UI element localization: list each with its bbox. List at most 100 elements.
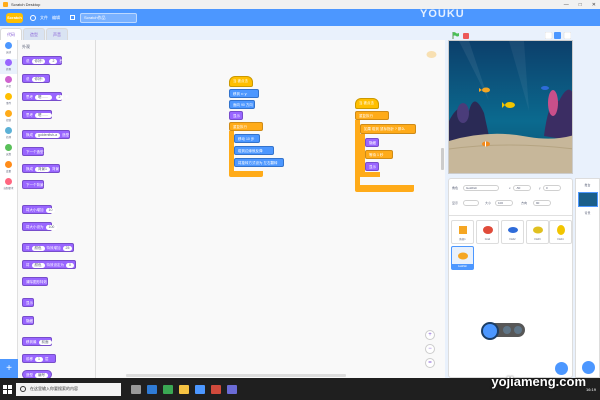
- forever-block[interactable]: 重复执行: [355, 111, 389, 120]
- palette-block[interactable]: 隐藏: [22, 316, 34, 325]
- edit-menu[interactable]: 编辑: [52, 15, 60, 21]
- category-sound[interactable]: 声音: [0, 76, 17, 91]
- task-view-icon[interactable]: [131, 384, 141, 394]
- zoom-in-button[interactable]: +: [425, 330, 435, 340]
- palette-block[interactable]: 换成 背景1 背景: [22, 164, 60, 173]
- taskbar-search-box[interactable]: 在这里输入你要搜索的内容: [16, 382, 121, 396]
- chat-icon[interactable]: [227, 384, 237, 394]
- wait-seconds-block[interactable]: 等待 1 秒: [365, 150, 393, 159]
- underwater-backdrop: [449, 41, 572, 173]
- scripts-horizontal-scrollbar[interactable]: [126, 374, 346, 377]
- palette-block[interactable]: 换成 goldenfish-a 造型: [22, 130, 70, 139]
- direction-input[interactable]: 90: [533, 200, 551, 206]
- palette-block[interactable]: 思考 嗯……: [22, 110, 52, 119]
- window-controls: — □ ✕: [564, 0, 596, 9]
- file-explorer-icon[interactable]: [179, 384, 189, 394]
- palette-block[interactable]: 显示: [22, 298, 34, 307]
- palette-block[interactable]: 说你好! 2 秒: [22, 56, 63, 65]
- minimize-button[interactable]: —: [564, 2, 569, 8]
- file-menu[interactable]: 文件: [40, 15, 48, 21]
- my-blocks-dot-icon: [5, 178, 12, 185]
- tab-code[interactable]: 代码: [0, 28, 22, 40]
- x-label: x: [509, 186, 511, 190]
- palette-block[interactable]: 前移 1 层: [22, 354, 56, 363]
- category-looks[interactable]: 外观: [0, 59, 17, 74]
- small-stage-icon: [545, 32, 553, 39]
- show-toggle[interactable]: [463, 200, 479, 206]
- sprite-tile[interactable]: Fish4: [549, 220, 572, 244]
- sprite-tile[interactable]: Crab: [476, 220, 499, 244]
- sprite-tile[interactable]: 角色1: [451, 220, 474, 244]
- zoom-out-button[interactable]: −: [425, 344, 435, 354]
- rotation-style-block[interactable]: 将旋转方式设为 左右翻转: [234, 158, 284, 167]
- show-block[interactable]: 显示: [365, 162, 379, 171]
- show-label: 显示: [452, 201, 459, 205]
- choose-backdrop-button[interactable]: [582, 361, 595, 374]
- fish2-thumbnail: [508, 227, 518, 233]
- sprite-tile[interactable]: Fish3: [526, 220, 549, 244]
- category-variables[interactable]: 变量: [0, 161, 17, 176]
- palette-block[interactable]: 将大小设为 100: [22, 222, 58, 231]
- sprite-tile[interactable]: Fish2: [501, 220, 524, 244]
- stage[interactable]: [448, 40, 573, 174]
- when-flag-clicked-hat[interactable]: 当 被点击: [355, 98, 379, 109]
- palette-block[interactable]: 下一个造型: [22, 147, 44, 156]
- palette-block[interactable]: 移到最 前面: [22, 337, 52, 346]
- scripts-workspace[interactable]: 当 被点击 移到 x: y: 面向 90 方向 显示 重复执行 移动 10 步 …: [96, 40, 445, 378]
- palette-block[interactable]: 将大小增加 10: [22, 205, 56, 214]
- stage-thumbnail[interactable]: [577, 192, 598, 207]
- forever-block[interactable]: 重复执行: [229, 122, 263, 131]
- hide-block[interactable]: 隐藏: [365, 138, 379, 147]
- sprite-tile-selected[interactable]: Goldfish: [451, 246, 474, 270]
- if-then-block[interactable]: 如果 碰到 鼠标指针 ? 那么: [360, 124, 416, 134]
- scripts-vertical-scrollbar[interactable]: [441, 148, 444, 170]
- show-block[interactable]: 显示: [229, 111, 243, 120]
- close-button[interactable]: ✕: [592, 2, 596, 8]
- stage-target-pane[interactable]: 舞台 背景: [575, 178, 600, 378]
- palette-block[interactable]: 思考 嗯…… 2 秒: [22, 92, 69, 101]
- app-icon[interactable]: [163, 384, 173, 394]
- maximize-button[interactable]: □: [579, 2, 582, 8]
- zoom-reset-button[interactable]: =: [425, 358, 435, 368]
- stop-icon[interactable]: [463, 33, 469, 39]
- tray-clock[interactable]: 16:19: [586, 387, 596, 392]
- category-sensing[interactable]: 侦测: [0, 127, 17, 142]
- size-input[interactable]: 100: [495, 200, 513, 206]
- scratch-taskbar-icon[interactable]: [195, 384, 205, 394]
- media-icon[interactable]: [211, 384, 221, 394]
- browser-icon[interactable]: [147, 384, 157, 394]
- windows-start-icon[interactable]: [3, 384, 12, 394]
- x-input[interactable]: -50: [513, 185, 531, 191]
- category-control[interactable]: 控制: [0, 110, 17, 125]
- scratch-logo[interactable]: Scratch: [6, 12, 23, 23]
- direction-label: 方向: [521, 201, 528, 205]
- goto-xy-block[interactable]: 移到 x: y:: [229, 89, 259, 98]
- stage-label: 舞台: [584, 183, 591, 187]
- large-stage-icon: [554, 32, 561, 39]
- tab-costumes[interactable]: 造型: [23, 28, 45, 40]
- sprite-name-input[interactable]: Goldfish: [463, 185, 499, 191]
- when-flag-clicked-hat[interactable]: 当 被点击: [229, 76, 253, 87]
- palette-block[interactable]: 将颜色 特效增加 25: [22, 243, 74, 252]
- language-globe-icon[interactable]: [30, 14, 36, 21]
- category-motion[interactable]: 运动: [0, 42, 17, 57]
- category-events[interactable]: 事件: [0, 93, 17, 108]
- y-input[interactable]: 0: [543, 185, 561, 191]
- bounce-edge-block[interactable]: 碰到边缘就反弹: [234, 146, 274, 155]
- add-extension-button[interactable]: +: [0, 359, 18, 378]
- move-steps-block[interactable]: 移动 10 步: [234, 134, 260, 143]
- palette-block[interactable]: 说你好!: [22, 74, 50, 83]
- palette-block[interactable]: 下一个背景: [22, 180, 44, 189]
- palette-block[interactable]: 将颜色 特效设定为 0: [22, 260, 76, 269]
- palette-block[interactable]: 清除图形特效: [22, 277, 48, 286]
- save-icon[interactable]: [70, 15, 75, 20]
- palette-reporter[interactable]: 造型 编号: [22, 370, 52, 378]
- category-operators[interactable]: 运算: [0, 144, 17, 159]
- taskbar-search-placeholder: 在这里输入你要搜索的内容: [30, 386, 78, 391]
- project-title-input[interactable]: Scratch作品: [80, 12, 137, 23]
- bluefish-sprite: [541, 86, 549, 90]
- point-direction-block[interactable]: 面向 90 方向: [229, 100, 255, 109]
- tab-sounds[interactable]: 声音: [46, 28, 68, 40]
- category-my-blocks[interactable]: 自制积木: [0, 178, 17, 193]
- green-flag-icon[interactable]: [452, 32, 459, 39]
